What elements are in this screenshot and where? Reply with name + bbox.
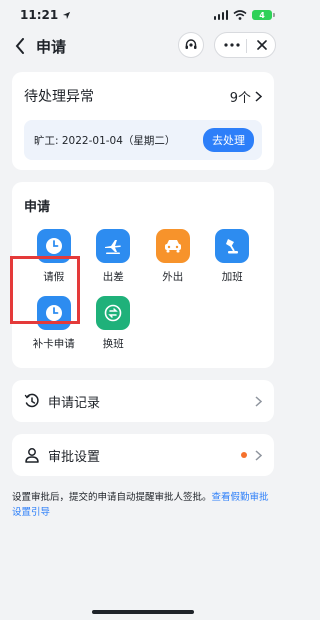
- clock-icon: [45, 238, 62, 254]
- apply-item-label: 请假: [43, 271, 65, 283]
- desk-lamp-icon: [226, 239, 239, 254]
- page-title: 申请: [36, 37, 67, 56]
- capsule-divider: [246, 39, 247, 53]
- footer-text: 设置审批后，提交的申请自动提醒审批人签批。: [12, 492, 212, 503]
- airplane-icon: [105, 240, 122, 254]
- pending-title: 待处理异常: [24, 89, 94, 105]
- absence-text: 旷工: 2022-01-04（星期二）: [34, 134, 176, 147]
- process-button[interactable]: 去处理: [203, 128, 254, 152]
- application-records-row[interactable]: 申请记录: [12, 380, 274, 422]
- pending-count[interactable]: 9个: [230, 87, 262, 106]
- close-icon[interactable]: [256, 40, 267, 50]
- chevron-right-icon: [255, 90, 262, 102]
- swap-icon: [104, 304, 122, 322]
- apply-item-label: 出差: [102, 271, 124, 283]
- approval-settings-row[interactable]: 审批设置: [12, 434, 274, 476]
- apply-title: 申请: [24, 200, 51, 215]
- business-trip-tile: [96, 229, 131, 263]
- notification-dot: [241, 452, 247, 458]
- mini-program-capsule: [214, 32, 276, 58]
- apply-item-label: 补卡申请: [32, 338, 75, 350]
- wifi-icon: [233, 10, 247, 20]
- card-replacement-tile: [36, 296, 71, 330]
- outing-tile: [155, 229, 190, 263]
- more-icon[interactable]: [223, 43, 240, 47]
- apply-item-label: 换班: [102, 338, 124, 350]
- battery-icon: 4: [252, 10, 275, 20]
- overtime-tile: [215, 229, 250, 263]
- apply-item-card-replacement[interactable]: 补卡申请: [24, 296, 84, 351]
- pending-header[interactable]: 待处理异常 9个: [24, 86, 262, 106]
- apply-item-overtime[interactable]: 加班: [203, 229, 263, 284]
- chevron-right-icon: [255, 395, 262, 407]
- pending-exceptions-card: 待处理异常 9个 旷工: 2022-01-04（星期二） 去处理: [12, 72, 274, 170]
- location-arrow-icon: [63, 11, 71, 19]
- records-label: 申请记录: [48, 395, 101, 411]
- approval-settings-label: 审批设置: [48, 449, 101, 465]
- shift-swap-tile: [96, 296, 131, 330]
- status-right: 4: [213, 10, 275, 20]
- apply-item-label: 外出: [162, 271, 184, 283]
- nav-actions: [178, 32, 276, 58]
- leave-tile: [36, 229, 71, 263]
- home-indicator: [92, 610, 194, 614]
- apply-item-label: 加班: [221, 271, 243, 283]
- apply-item-shift-swap[interactable]: 换班: [84, 296, 144, 351]
- apply-item-outing[interactable]: 外出: [143, 229, 203, 284]
- back-icon[interactable]: [12, 38, 28, 54]
- apply-grid: 请假 出差 外出 加班 补卡申请 换班: [24, 229, 262, 351]
- nav-bar: 申请: [0, 30, 286, 62]
- chevron-right-icon: [255, 449, 262, 461]
- car-icon: [164, 240, 181, 253]
- history-icon: [24, 393, 39, 408]
- apply-item-leave[interactable]: 请假: [24, 229, 84, 284]
- status-bar: 11:21 4: [0, 0, 286, 30]
- apply-item-business-trip[interactable]: 出差: [84, 229, 144, 284]
- signal-icon: [213, 10, 228, 20]
- battery-level: 4: [259, 10, 265, 20]
- clock-icon: [45, 305, 62, 321]
- person-icon: [25, 448, 39, 463]
- footer-note: 设置审批后，提交的申请自动提醒审批人签批。查看假勤审批设置引导: [12, 490, 274, 520]
- pending-count-text: 9个: [229, 90, 251, 106]
- absence-item: 旷工: 2022-01-04（星期二） 去处理: [24, 120, 262, 160]
- apply-card: 申请 请假 出差 外出 加班 补卡申请 换班: [12, 182, 274, 368]
- status-left: 11:21: [20, 8, 71, 22]
- headset-icon: [185, 39, 197, 49]
- customer-service-button[interactable]: [178, 32, 204, 58]
- status-time: 11:21: [20, 8, 59, 22]
